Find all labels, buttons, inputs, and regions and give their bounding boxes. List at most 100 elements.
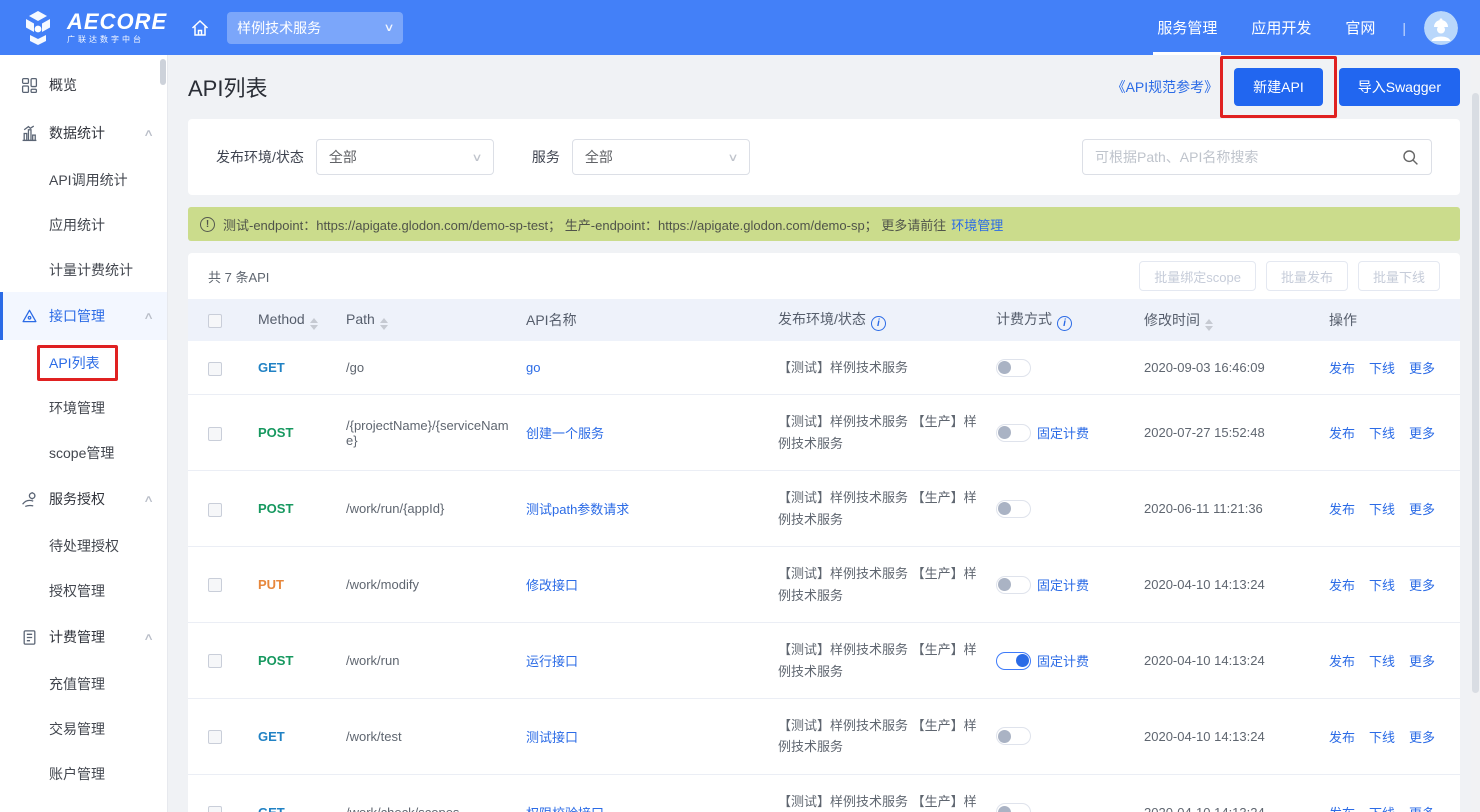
sidebar-item-应用统计[interactable]: 应用统计 — [0, 202, 167, 247]
row-action-更多[interactable]: 更多 — [1409, 426, 1435, 441]
column-header-操作: 操作 — [1321, 299, 1460, 341]
info-icon[interactable]: i — [1057, 316, 1072, 331]
sidebar-item-账户管理[interactable]: 账户管理 — [0, 751, 167, 796]
api-path: /work/modify — [346, 577, 419, 592]
row-checkbox[interactable] — [208, 654, 222, 668]
row-action-更多[interactable]: 更多 — [1409, 730, 1435, 745]
sidebar-item-计量计费统计[interactable]: 计量计费统计 — [0, 247, 167, 292]
billing-toggle[interactable] — [996, 727, 1031, 745]
sidebar-group-3[interactable]: 接口管理∧ — [0, 292, 167, 340]
service-selector[interactable]: 样例技术服务 ∨ — [227, 12, 403, 44]
row-action-发布[interactable]: 发布 — [1329, 502, 1355, 517]
api-name-link[interactable]: 运行接口 — [526, 654, 578, 669]
sidebar-item-授权管理[interactable]: 授权管理 — [0, 568, 167, 613]
row-checkbox[interactable] — [208, 578, 222, 592]
column-header-计费方式[interactable]: 计费方式 i — [988, 299, 1136, 341]
api-name-link[interactable]: go — [526, 360, 540, 375]
row-action-发布[interactable]: 发布 — [1329, 578, 1355, 593]
sidebar-item-环境管理[interactable]: 环境管理 — [0, 385, 167, 430]
api-name-link[interactable]: 权限校验接口 — [526, 806, 604, 812]
page-scrollbar[interactable] — [1471, 55, 1480, 812]
user-avatar[interactable] — [1424, 11, 1458, 45]
top-nav-item[interactable]: 官网 — [1345, 0, 1375, 55]
env-manage-link[interactable]: 环境管理 — [951, 215, 1003, 234]
service-filter-select[interactable]: 全部 ∨ — [572, 139, 750, 175]
row-action-下线[interactable]: 下线 — [1369, 654, 1395, 669]
row-action-发布[interactable]: 发布 — [1329, 806, 1355, 812]
column-label: Path — [346, 311, 375, 327]
sidebar-item-待处理授权[interactable]: 待处理授权 — [0, 523, 167, 568]
batch-button-1[interactable]: 批量绑定scope — [1139, 261, 1256, 291]
create-api-button[interactable]: 新建API — [1234, 68, 1323, 106]
row-checkbox[interactable] — [208, 362, 222, 376]
sidebar-group-1[interactable]: 概览 — [0, 61, 167, 109]
billing-toggle[interactable] — [996, 803, 1031, 812]
sidebar-group-6[interactable]: 服务运营∧ — [0, 796, 167, 812]
row-action-更多[interactable]: 更多 — [1409, 361, 1435, 376]
sidebar-item-API调用统计[interactable]: API调用统计 — [0, 157, 167, 202]
search-icon[interactable] — [1402, 149, 1419, 166]
row-action-下线[interactable]: 下线 — [1369, 578, 1395, 593]
billing-toggle[interactable] — [996, 424, 1031, 442]
sort-icon[interactable] — [1205, 319, 1213, 331]
chevron-up-icon: ∧ — [143, 494, 154, 505]
sidebar-group-4[interactable]: 服务授权∧ — [0, 475, 167, 523]
top-nav-item[interactable]: 服务管理 — [1157, 0, 1217, 55]
row-action-发布[interactable]: 发布 — [1329, 654, 1355, 669]
api-name-link[interactable]: 创建一个服务 — [526, 426, 604, 441]
sort-icon[interactable] — [380, 318, 388, 330]
row-action-更多[interactable]: 更多 — [1409, 654, 1435, 669]
import-swagger-button[interactable]: 导入Swagger — [1339, 68, 1460, 106]
billing-toggle[interactable] — [996, 500, 1031, 518]
api-name-link[interactable]: 测试接口 — [526, 730, 578, 745]
sidebar-group-5[interactable]: 计费管理∧ — [0, 613, 167, 661]
sidebar-item-充值管理[interactable]: 充值管理 — [0, 661, 167, 706]
billing-type-link[interactable]: 固定计费 — [1037, 651, 1089, 670]
row-action-下线[interactable]: 下线 — [1369, 361, 1395, 376]
billing-type-link[interactable]: 固定计费 — [1037, 575, 1089, 594]
app-root: AECORE 广联达数字中台 样例技术服务 ∨ 服务管理应用开发官网| 概览数据… — [0, 0, 1480, 812]
sidebar-item-交易管理[interactable]: 交易管理 — [0, 706, 167, 751]
select-all-checkbox[interactable] — [208, 314, 222, 328]
billing-toggle[interactable] — [996, 359, 1031, 377]
column-header-Method[interactable]: Method — [250, 299, 338, 341]
row-checkbox[interactable] — [208, 503, 222, 517]
row-action-下线[interactable]: 下线 — [1369, 730, 1395, 745]
sidebar-item-API列表[interactable]: API列表 — [0, 340, 167, 385]
api-spec-link[interactable]: 《API规范参考》 — [1112, 77, 1219, 97]
row-action-下线[interactable]: 下线 — [1369, 502, 1395, 517]
row-checkbox[interactable] — [208, 427, 222, 441]
row-action-更多[interactable]: 更多 — [1409, 502, 1435, 517]
env-filter-select[interactable]: 全部 ∨ — [316, 139, 494, 175]
row-checkbox[interactable] — [208, 806, 222, 812]
column-header-Path[interactable]: Path — [338, 299, 518, 341]
column-label: 计费方式 — [996, 311, 1052, 327]
row-action-更多[interactable]: 更多 — [1409, 578, 1435, 593]
column-header-修改时间[interactable]: 修改时间 — [1136, 299, 1321, 341]
column-header-发布环境/状态[interactable]: 发布环境/状态i — [770, 299, 988, 341]
table-row: GET/work/test测试接口【测试】样例技术服务 【生产】样例技术服务20… — [188, 698, 1460, 774]
row-action-下线[interactable]: 下线 — [1369, 806, 1395, 812]
billing-toggle[interactable] — [996, 576, 1031, 594]
search-input[interactable] — [1095, 149, 1402, 165]
sort-icon[interactable] — [310, 318, 318, 330]
row-action-发布[interactable]: 发布 — [1329, 361, 1355, 376]
page-scrollbar-thumb[interactable] — [1472, 93, 1479, 693]
row-action-更多[interactable]: 更多 — [1409, 806, 1435, 812]
info-icon[interactable]: i — [871, 316, 886, 331]
billing-type-link[interactable]: 固定计费 — [1037, 423, 1089, 442]
api-name-link[interactable]: 修改接口 — [526, 578, 578, 593]
top-nav-item[interactable]: 应用开发 — [1251, 0, 1311, 55]
sidebar-item-scope管理[interactable]: scope管理 — [0, 430, 167, 475]
row-action-发布[interactable]: 发布 — [1329, 730, 1355, 745]
api-name-link[interactable]: 测试path参数请求 — [526, 502, 629, 517]
batch-button-2[interactable]: 批量发布 — [1266, 261, 1348, 291]
home-icon[interactable] — [187, 15, 213, 41]
billing-toggle[interactable] — [996, 652, 1031, 670]
row-checkbox[interactable] — [208, 730, 222, 744]
sidebar-group-2[interactable]: 数据统计∧ — [0, 109, 167, 157]
batch-button-3[interactable]: 批量下线 — [1358, 261, 1440, 291]
row-action-发布[interactable]: 发布 — [1329, 426, 1355, 441]
row-action-下线[interactable]: 下线 — [1369, 426, 1395, 441]
sidebar-group-label: 计费管理 — [49, 627, 105, 647]
